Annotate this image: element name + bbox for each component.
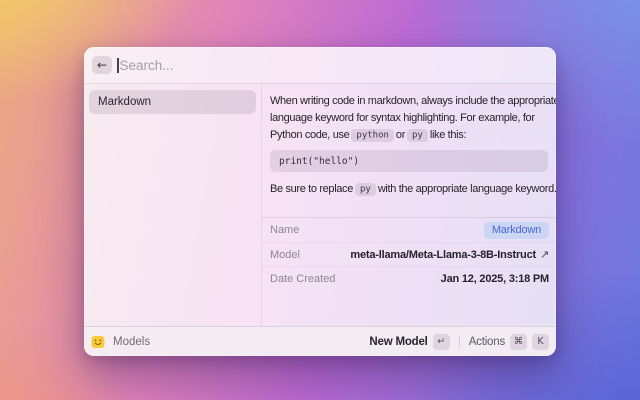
inline-code-py: py xyxy=(407,129,428,142)
prompt-line: language keyword for syntax highlighting… xyxy=(270,110,548,127)
detail-label: Date Created xyxy=(270,273,335,285)
model-path: meta-llama/Meta-Llama-3-8B-Instruct xyxy=(350,249,536,261)
search-bar: ← Search... xyxy=(84,47,556,84)
search-placeholder: Search... xyxy=(120,58,174,73)
detail-label: Model xyxy=(270,249,300,261)
detail-label: Name xyxy=(270,224,299,236)
inline-code-python: python xyxy=(351,129,394,142)
name-badge: Markdown xyxy=(484,222,549,239)
desktop-background: { "window": { "search": { "placeholder":… xyxy=(0,0,640,400)
code-block-text: print("hello") xyxy=(279,156,359,167)
actions-button[interactable]: Actions ⌘ K xyxy=(469,334,549,350)
main-split: Markdown When writing code in markdown, … xyxy=(84,84,556,326)
text-caret xyxy=(117,58,119,73)
back-button[interactable]: ← xyxy=(92,56,112,74)
code-block: print("hello") xyxy=(270,150,548,172)
new-model-button[interactable]: New Model ↵ xyxy=(369,334,449,350)
external-link-icon: ↗ xyxy=(540,248,549,261)
huggingface-icon xyxy=(91,335,105,349)
detail-pane: When writing code in markdown, always in… xyxy=(262,84,556,326)
prompt-line: Python code, usepythonorpylike this: xyxy=(270,127,548,144)
sidebar-item-markdown[interactable]: Markdown xyxy=(89,90,256,114)
prompt-text: When writing code in markdown, always in… xyxy=(262,84,556,198)
sidebar-item-label: Markdown xyxy=(98,96,151,108)
footer-divider xyxy=(459,336,460,348)
new-model-label: New Model xyxy=(369,336,427,348)
inline-code-py: py xyxy=(355,183,376,196)
extension-label: Models xyxy=(113,336,150,348)
detail-row-name: Name Markdown xyxy=(262,218,556,242)
detail-row-date-created: Date Created Jan 12, 2025, 3:18 PM xyxy=(262,266,556,290)
footer-bar: Models New Model ↵ Actions ⌘ K xyxy=(84,326,556,356)
command-key-icon: ⌘ xyxy=(510,334,527,350)
app-window: ← Search... Markdown When writing code i… xyxy=(84,47,556,356)
model-link[interactable]: meta-llama/Meta-Llama-3-8B-Instruct ↗ xyxy=(350,248,549,261)
prompt-line: When writing code in markdown, always in… xyxy=(270,93,548,110)
search-input[interactable]: Search... xyxy=(117,58,548,73)
date-created-value: Jan 12, 2025, 3:18 PM xyxy=(441,273,549,285)
back-arrow-icon: ← xyxy=(97,59,107,71)
return-key-icon: ↵ xyxy=(433,334,450,350)
metadata-section: Name Markdown Model meta-llama/Meta-Llam… xyxy=(262,217,556,290)
footer-left: Models xyxy=(91,335,150,349)
footer-right: New Model ↵ Actions ⌘ K xyxy=(369,334,549,350)
sidebar: Markdown xyxy=(84,84,262,326)
prompt-line: Be sure to replacepywith the appropriate… xyxy=(270,181,548,198)
actions-label: Actions xyxy=(469,336,505,348)
k-key-icon: K xyxy=(532,334,549,350)
detail-row-model: Model meta-llama/Meta-Llama-3-8B-Instruc… xyxy=(262,242,556,266)
